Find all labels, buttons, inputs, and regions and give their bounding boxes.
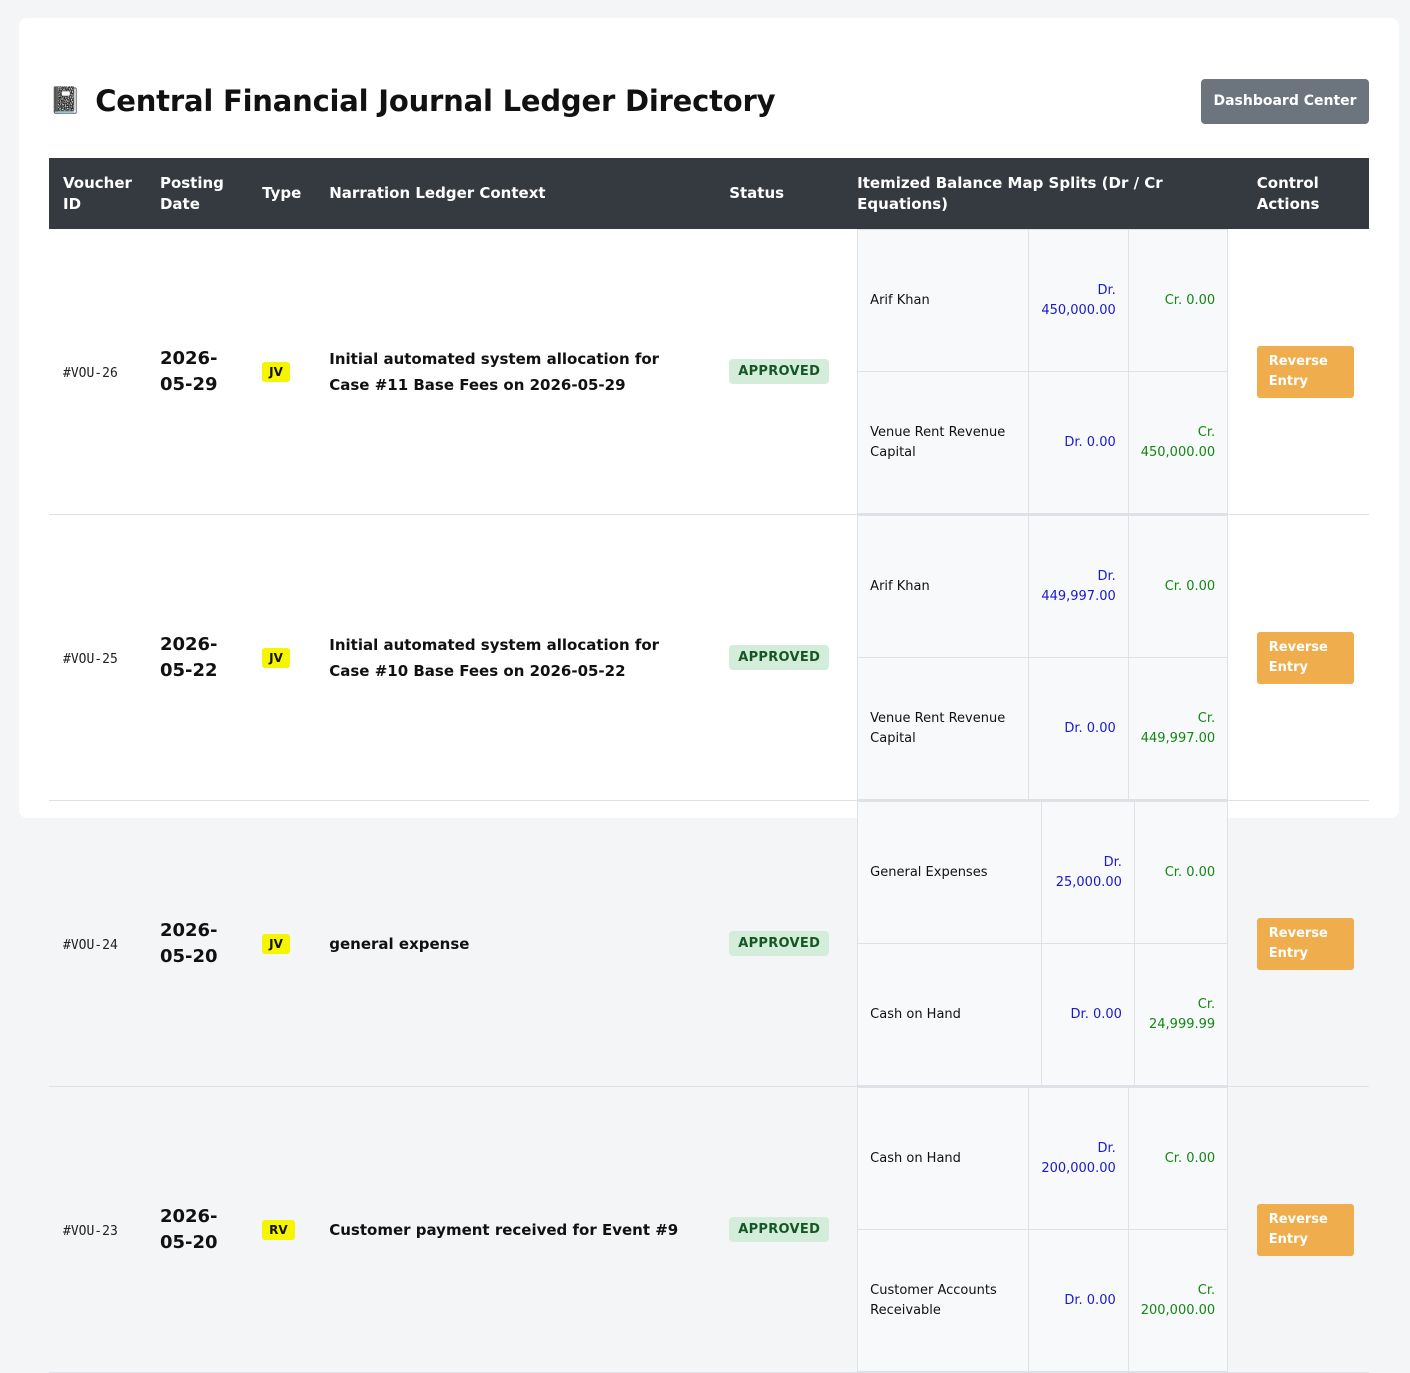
split-account: Arif Khan	[857, 229, 1030, 372]
split-row: Cash on Hand Dr. 0.00 Cr. 24,999.99	[857, 943, 1229, 1086]
voucher-id: #VOU-26	[63, 366, 118, 381]
splits-table: General Expenses Dr. 25,000.00 Cr. 0.00 …	[857, 801, 1229, 1086]
column-header-splits: Itemized Balance Map Splits (Dr / Cr Equ…	[857, 173, 1163, 213]
narration: Initial automated system allocation for …	[329, 349, 660, 394]
posting-date: 2026-05-22	[159, 633, 218, 681]
split-row: Venue Rent Revenue Capital Dr. 0.00 Cr. …	[857, 371, 1229, 514]
status-badge: APPROVED	[729, 931, 830, 956]
split-row: Arif Khan Dr. 450,000.00 Cr. 0.00	[857, 229, 1229, 372]
split-account: Venue Rent Revenue Capital	[857, 371, 1030, 514]
table-row: #VOU-25 2026-05-22 JV Initial automated …	[49, 515, 1369, 801]
split-credit: Cr. 24,999.99	[1133, 943, 1229, 1086]
status-badge: APPROVED	[729, 1217, 830, 1242]
posting-date: 2026-05-20	[159, 1205, 218, 1253]
split-credit: Cr. 200,000.00	[1127, 1229, 1229, 1372]
split-account: Arif Khan	[857, 515, 1030, 658]
journal-ledger-table: Voucher ID Posting Date Type Narration L…	[49, 158, 1369, 1373]
split-row: Venue Rent Revenue Capital Dr. 0.00 Cr. …	[857, 657, 1229, 800]
reverse-entry-button[interactable]: Reverse Entry	[1256, 631, 1354, 684]
split-account: Cash on Hand	[857, 943, 1042, 1086]
status-badge: APPROVED	[729, 359, 830, 384]
split-credit: Cr. 449,997.00	[1127, 657, 1229, 800]
splits-table: Arif Khan Dr. 449,997.00 Cr. 0.00 Venue …	[857, 515, 1229, 800]
split-credit: Cr. 0.00	[1127, 1087, 1229, 1230]
splits-table: Arif Khan Dr. 450,000.00 Cr. 0.00 Venue …	[857, 229, 1229, 514]
split-debit: Dr. 200,000.00	[1028, 1087, 1129, 1230]
column-header-status: Status	[729, 184, 785, 202]
split-debit: Dr. 0.00	[1040, 943, 1135, 1086]
page-title-wrap: 📓 Central Financial Journal Ledger Direc…	[49, 84, 776, 118]
narration: Initial automated system allocation for …	[329, 635, 660, 680]
split-debit: Dr. 0.00	[1028, 657, 1129, 800]
split-account: Customer Accounts Receivable	[857, 1229, 1030, 1372]
table-header: Voucher ID Posting Date Type Narration L…	[49, 158, 1369, 229]
split-row: Cash on Hand Dr. 200,000.00 Cr. 0.00	[857, 1087, 1229, 1230]
type-badge: JV	[262, 934, 290, 954]
column-header-type: Type	[262, 184, 302, 202]
narration: Customer payment received for Event #9	[329, 1220, 679, 1239]
split-row: General Expenses Dr. 25,000.00 Cr. 0.00	[857, 801, 1229, 944]
reverse-entry-button[interactable]: Reverse Entry	[1256, 917, 1354, 970]
page-header: 📓 Central Financial Journal Ledger Direc…	[49, 68, 1369, 134]
status-badge: APPROVED	[729, 645, 830, 670]
split-debit: Dr. 25,000.00	[1040, 801, 1135, 944]
column-header-posting-date: Posting Date	[159, 173, 224, 213]
voucher-id: #VOU-25	[63, 652, 118, 667]
split-debit: Dr. 449,997.00	[1028, 515, 1129, 658]
column-header-control-actions: Control Actions	[1256, 173, 1320, 213]
column-header-voucher-id: Voucher ID	[63, 173, 132, 213]
reverse-entry-button[interactable]: Reverse Entry	[1256, 1203, 1354, 1256]
split-row: Arif Khan Dr. 449,997.00 Cr. 0.00	[857, 515, 1229, 658]
table-row: #VOU-26 2026-05-29 JV Initial automated …	[49, 229, 1369, 515]
split-credit: Cr. 0.00	[1127, 515, 1229, 658]
posting-date: 2026-05-20	[159, 919, 218, 967]
voucher-id: #VOU-23	[63, 1224, 118, 1239]
split-account: General Expenses	[857, 801, 1042, 944]
narration: general expense	[329, 934, 470, 953]
voucher-id: #VOU-24	[63, 938, 118, 953]
main-card: 📓 Central Financial Journal Ledger Direc…	[19, 18, 1399, 1373]
table-row: #VOU-24 2026-05-20 JV general expense AP…	[49, 801, 1369, 1087]
split-credit: Cr. 0.00	[1127, 229, 1229, 372]
posting-date: 2026-05-29	[159, 347, 218, 395]
split-credit: Cr. 0.00	[1133, 801, 1229, 944]
split-credit: Cr. 450,000.00	[1127, 371, 1229, 514]
split-debit: Dr. 0.00	[1028, 371, 1129, 514]
split-debit: Dr. 0.00	[1028, 1229, 1129, 1372]
type-badge: JV	[262, 362, 290, 382]
split-account: Cash on Hand	[857, 1087, 1030, 1230]
split-row: Customer Accounts Receivable Dr. 0.00 Cr…	[857, 1229, 1229, 1372]
type-badge: RV	[262, 1220, 295, 1240]
column-header-narration: Narration Ledger Context	[329, 184, 546, 202]
book-icon: 📓	[49, 86, 82, 116]
reverse-entry-button[interactable]: Reverse Entry	[1256, 345, 1354, 398]
page-title: Central Financial Journal Ledger Directo…	[95, 84, 776, 118]
dashboard-center-button[interactable]: Dashboard Center	[1201, 78, 1369, 124]
type-badge: JV	[262, 648, 290, 668]
split-debit: Dr. 450,000.00	[1028, 229, 1129, 372]
splits-table: Cash on Hand Dr. 200,000.00 Cr. 0.00 Cus…	[857, 1087, 1229, 1372]
split-account: Venue Rent Revenue Capital	[857, 657, 1030, 800]
table-row: #VOU-23 2026-05-20 RV Customer payment r…	[49, 1087, 1369, 1373]
